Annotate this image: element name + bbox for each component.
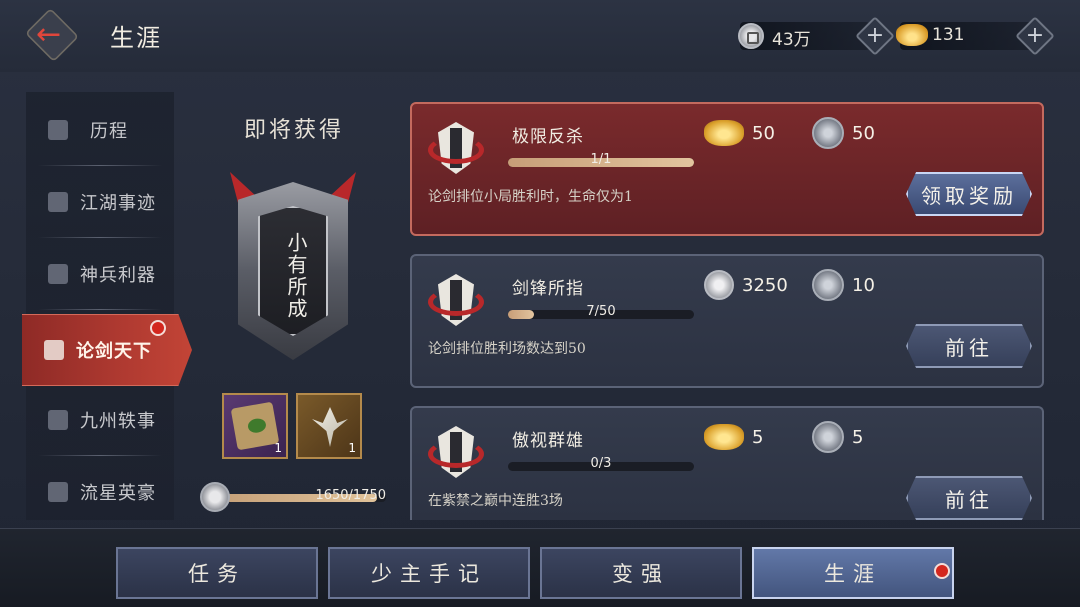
tab-young-master-notes[interactable]: 少主手记 [328, 547, 530, 599]
gold-ingot-icon [896, 24, 928, 46]
notification-dot [934, 563, 950, 579]
duel-emblem-icon [428, 118, 484, 184]
badge-title: 小有所成 [284, 232, 308, 320]
task-card: 极限反杀 1/1 50 50 论剑排位小局胜利时，生命仅为1 领取奖励 [410, 102, 1044, 236]
progress-text: 1650/1750 [315, 488, 386, 503]
lotus-token-icon [812, 269, 844, 301]
reward-item-scroll[interactable]: 1 [222, 393, 288, 459]
dart-icon [312, 407, 348, 447]
sidebar-item-divine-weapons[interactable]: 神兵利器 [26, 238, 174, 310]
gold-amount: 131 [932, 25, 965, 45]
lotus-token-icon [812, 421, 844, 453]
go-button[interactable]: 前往 [906, 324, 1032, 368]
notification-dot [150, 320, 166, 336]
task-description: 论剑排位小局胜利时，生命仅为1 [428, 189, 633, 205]
tab-career[interactable]: 生涯 [752, 547, 954, 599]
upcoming-reward-title: 即将获得 [244, 118, 345, 143]
tab-tasks[interactable]: 任务 [116, 547, 318, 599]
reward-value: 50 [752, 122, 775, 144]
item-count: 1 [274, 441, 282, 455]
item-count: 1 [348, 441, 356, 455]
claim-reward-button[interactable]: 领取奖励 [906, 172, 1032, 216]
career-progress: 1650/1750 [200, 482, 390, 514]
sidebar-item-label: 流星英豪 [80, 483, 156, 504]
task-reward: 50 [704, 118, 775, 148]
task-progress-text: 7/50 [586, 304, 616, 319]
task-description: 论剑排位胜利场数达到50 [428, 341, 586, 357]
silver-currency: 43万 [738, 22, 870, 50]
reward-value: 5 [852, 426, 864, 448]
scroll-icon [230, 401, 280, 451]
hero-icon [48, 482, 68, 502]
plus-icon: + [1025, 23, 1045, 48]
sidebar: 历程 江湖事迹 神兵利器 论剑天下 九州轶事 流星英豪 [22, 92, 192, 520]
go-button[interactable]: 前往 [906, 476, 1032, 520]
task-progress-text: 0/3 [590, 456, 612, 471]
duel-emblem-icon [428, 422, 484, 488]
task-card: 傲视群雄 0/3 5 5 在紫禁之巅中连胜3场 前往 [410, 406, 1044, 520]
duel-emblem-icon [428, 270, 484, 336]
task-reward: 10 [812, 269, 875, 301]
crossed-swords-icon [48, 264, 68, 284]
sidebar-item-meteor-heroes[interactable]: 流星英豪 [26, 456, 174, 528]
mountain-icon [48, 410, 68, 430]
task-progress-text: 1/1 [590, 152, 612, 167]
task-reward: 3250 [704, 270, 788, 300]
reward-value: 3250 [742, 274, 788, 296]
page-title: 生涯 [110, 24, 162, 52]
back-arrow-icon[interactable]: ← [36, 20, 70, 50]
sidebar-item-sword-duel[interactable]: 论剑天下 [22, 314, 192, 386]
book-icon [48, 192, 68, 212]
plus-icon: + [865, 23, 885, 48]
task-name: 傲视群雄 [512, 431, 584, 451]
shield-icon [48, 120, 68, 140]
task-reward: 5 [812, 421, 864, 453]
gold-ingot-icon [704, 424, 744, 450]
sidebar-item-jianghu-deeds[interactable]: 江湖事迹 [26, 166, 174, 238]
task-name: 极限反杀 [512, 127, 584, 147]
sparkle-icon [44, 340, 64, 360]
reward-value: 5 [752, 426, 764, 448]
sidebar-item-label: 历程 [90, 121, 128, 142]
sidebar-item-jiuzhou-anecdotes[interactable]: 九州轶事 [26, 384, 174, 456]
task-reward: 5 [704, 422, 763, 452]
task-reward: 50 [812, 117, 875, 149]
reward-value: 10 [852, 274, 875, 296]
sidebar-item-label: 九州轶事 [80, 411, 156, 432]
reward-item-dart[interactable]: 1 [296, 393, 362, 459]
sidebar-item-history[interactable]: 历程 [26, 94, 174, 166]
sidebar-item-label: 江湖事迹 [80, 193, 156, 214]
silver-amount: 43万 [772, 30, 811, 50]
task-name: 剑锋所指 [512, 279, 584, 299]
gold-ingot-icon [704, 120, 744, 146]
task-description: 在紫禁之巅中连胜3场 [428, 493, 563, 509]
silver-coin-icon [704, 270, 734, 300]
sidebar-item-label: 论剑天下 [76, 341, 152, 362]
tab-get-stronger[interactable]: 变强 [540, 547, 742, 599]
rank-badge[interactable]: 小有所成 [230, 172, 356, 364]
reward-value: 50 [852, 122, 875, 144]
lotus-token-icon [200, 482, 230, 512]
silver-coin-icon [738, 23, 764, 49]
lotus-token-icon [812, 117, 844, 149]
sidebar-item-label: 神兵利器 [80, 265, 156, 286]
task-card: 剑锋所指 7/50 3250 10 论剑排位胜利场数达到50 前往 [410, 254, 1044, 388]
